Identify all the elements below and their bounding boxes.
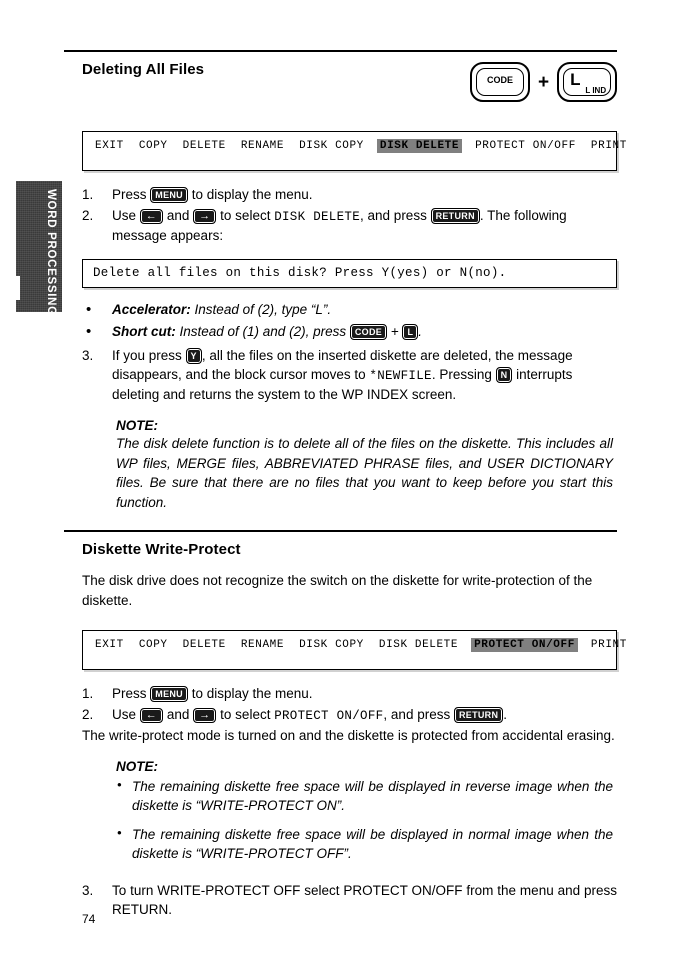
- steps-list-1b: 3. If you press Y, all the files on the i…: [82, 346, 617, 405]
- menu-row-2: EXIT COPY DELETE RENAME DISK COPY DISK D…: [93, 638, 626, 653]
- note-block-2: NOTE: The remaining diskette free space …: [116, 759, 613, 864]
- list-item: Accelerator: Instead of (2), type “L”.: [82, 299, 617, 322]
- shortcut-bullets-list: Accelerator: Instead of (2), type “L”. S…: [82, 299, 617, 343]
- menu-item-exit[interactable]: EXIT: [93, 139, 126, 153]
- menu-item-copy[interactable]: COPY: [137, 139, 170, 153]
- section2-after-steps: The write-protect mode is turned on and …: [82, 728, 615, 744]
- menu-item-print-2[interactable]: PRINT: [589, 638, 629, 652]
- step-number: 2.: [82, 706, 94, 722]
- menu-command-name: PROTECT ON/OFF: [274, 708, 384, 723]
- step-text-cont: to display the menu.: [187, 187, 313, 202]
- accelerator-text: Instead of (2), type “L”.: [190, 302, 332, 318]
- menu-key-badge[interactable]: MENU: [150, 686, 188, 703]
- accelerator-label: Accelerator:: [112, 302, 191, 318]
- step-item: 2. Use ← and → to select DISK DELETE, and…: [82, 206, 617, 246]
- step-number: 1.: [82, 187, 94, 202]
- document-page: WORD PROCESSING CODE + L L IND Deleting …: [0, 0, 674, 954]
- shortcut-period: .: [418, 323, 423, 339]
- section-rule-2: [64, 530, 617, 533]
- y-key-badge[interactable]: Y: [185, 347, 202, 364]
- return-key-badge[interactable]: RETURN: [430, 207, 480, 224]
- step-text-cont: .: [503, 706, 508, 722]
- list-item: Short cut: Instead of (1) and (2), press…: [82, 320, 617, 343]
- menu-item-protect-on-off-2[interactable]: PROTECT ON/OFF: [471, 638, 578, 653]
- arrow-right-key-badge[interactable]: →: [193, 707, 217, 723]
- menu-item-rename-2[interactable]: RENAME: [239, 638, 286, 652]
- screen-menu-bar-2: EXIT COPY DELETE RENAME DISK COPY DISK D…: [82, 630, 626, 671]
- section-title-2: Diskette Write-Protect: [82, 541, 241, 559]
- arrow-left-key-badge[interactable]: ←: [139, 208, 164, 224]
- menu-key-badge[interactable]: MENU: [150, 187, 188, 203]
- step-item: 3. If you press Y, all the files on the i…: [82, 346, 617, 405]
- side-tab-word-processing: WORD PROCESSING: [16, 181, 62, 312]
- step-text: Press: [112, 187, 151, 202]
- code-key-badge[interactable]: CODE: [349, 323, 388, 340]
- step-text-cont: . Pressing: [431, 367, 496, 383]
- arrow-left-key-badge[interactable]: ←: [139, 707, 164, 723]
- menu-item-copy-2[interactable]: COPY: [137, 638, 170, 652]
- menu-item-delete-2[interactable]: DELETE: [181, 638, 228, 652]
- shortcut-plus: +: [387, 323, 403, 339]
- l-key-badge[interactable]: L: [402, 323, 419, 340]
- section2-intro: The disk drive does not recognize the sw…: [82, 573, 593, 608]
- page-number: 74: [82, 912, 96, 926]
- step-text-cont: to select: [216, 706, 275, 722]
- step-item: 1. Press MENU to display the menu.: [82, 185, 617, 205]
- page-title: Deleting All Files: [82, 61, 205, 78]
- step-number: 3.: [82, 882, 94, 898]
- side-tab-label: WORD PROCESSING: [45, 189, 57, 312]
- note-title: NOTE:: [116, 418, 158, 433]
- step-item: 2. Use ← and → to select PROTECT ON/OFF, …: [82, 705, 617, 725]
- menu-item-print[interactable]: PRINT: [589, 139, 629, 153]
- menu-command-name: DISK DELETE: [274, 209, 361, 224]
- return-key-badge[interactable]: RETURN: [453, 706, 504, 723]
- menu-item-disk-copy[interactable]: DISK COPY: [297, 139, 366, 153]
- confirmation-message: Delete all files on this disk? Press Y(y…: [93, 266, 507, 281]
- menu-row-1: EXIT COPY DELETE RENAME DISK COPY DISK D…: [93, 139, 626, 153]
- n-key-badge[interactable]: N: [495, 367, 513, 384]
- list-item: The remaining diskette free space will b…: [116, 824, 613, 864]
- step-text: If you press: [112, 347, 186, 363]
- step-text-cont: , and press: [360, 207, 431, 223]
- step-text: Use: [112, 706, 140, 722]
- screen-menu-bar-1: EXIT COPY DELETE RENAME DISK COPY DISK D…: [82, 131, 626, 171]
- step-text: To turn WRITE-PROTECT OFF select PROTECT…: [112, 882, 617, 918]
- shortcut-label: Short cut:: [112, 323, 176, 339]
- step-text-cont: and: [163, 706, 194, 722]
- content-column: Deleting All Files EXIT COPY DELETE RENA…: [64, 50, 626, 921]
- side-tab-notch: [16, 276, 20, 300]
- step-text-cont: , and press: [383, 706, 454, 722]
- step-item: 3. To turn WRITE-PROTECT OFF select PROTE…: [82, 881, 617, 920]
- menu-item-exit-2[interactable]: EXIT: [93, 638, 126, 652]
- menu-item-disk-delete[interactable]: DISK DELETE: [376, 139, 463, 153]
- menu-item-delete[interactable]: DELETE: [181, 139, 228, 153]
- step-text-cont: and: [163, 207, 194, 223]
- screen-message-box: Delete all files on this disk? Press Y(y…: [82, 259, 617, 289]
- steps-list-1: 1. Press MENU to display the menu. 2. Use …: [82, 185, 617, 245]
- step-number: 3.: [82, 347, 94, 363]
- newfile-reference: *NEWFILE: [369, 369, 432, 384]
- arrow-right-key-badge[interactable]: →: [193, 208, 217, 224]
- note-bullets-list: The remaining diskette free space will b…: [116, 776, 613, 864]
- menu-item-disk-copy-2[interactable]: DISK COPY: [297, 638, 366, 652]
- step-text: Use: [112, 207, 140, 223]
- steps-list-2: 1. Press MENU to display the menu. 2. Use …: [82, 684, 617, 725]
- step-item: 1. Press MENU to display the menu.: [82, 684, 617, 704]
- menu-item-disk-delete-2[interactable]: DISK DELETE: [377, 638, 460, 652]
- note-title: NOTE:: [116, 758, 158, 774]
- shortcut-text: Instead of (1) and (2), press: [175, 323, 350, 339]
- steps-list-2b: 3. To turn WRITE-PROTECT OFF select PROTE…: [82, 881, 617, 920]
- list-item: The remaining diskette free space will b…: [116, 776, 613, 816]
- step-text-cont: to select: [216, 207, 275, 223]
- step-number: 1.: [82, 686, 94, 702]
- menu-item-protect-on-off[interactable]: PROTECT ON/OFF: [473, 139, 578, 153]
- section-rule-1: [64, 50, 617, 52]
- note-body: The disk delete function is to delete al…: [116, 436, 613, 510]
- step-number: 2.: [82, 207, 94, 223]
- note-block-1: NOTE: The disk delete function is to del…: [116, 418, 613, 512]
- step-text: Press: [112, 686, 151, 702]
- step-text-cont: to display the menu.: [187, 686, 313, 702]
- menu-item-rename[interactable]: RENAME: [239, 139, 286, 153]
